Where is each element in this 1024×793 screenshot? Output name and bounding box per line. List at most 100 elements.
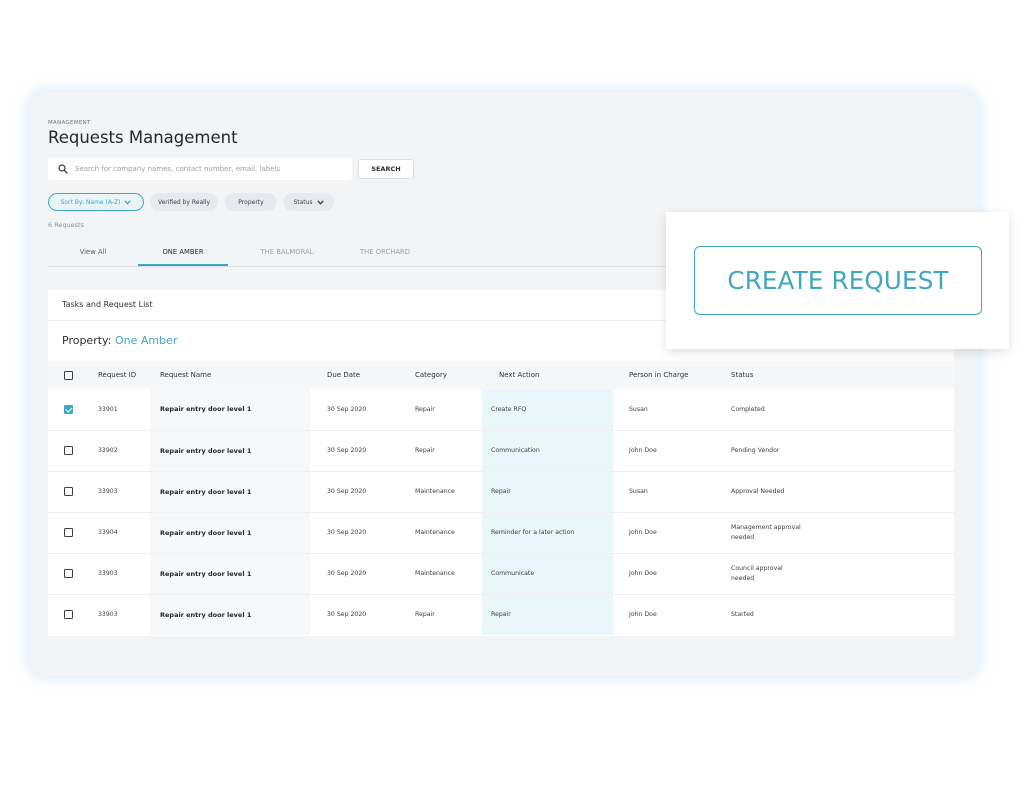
- property-label: Property:: [62, 334, 112, 347]
- due-date: 30 Sep 2020: [327, 529, 367, 536]
- row-select-cell: [48, 512, 88, 553]
- request-name[interactable]: Repair entry door level 1: [150, 430, 310, 471]
- row-select-cell: [48, 430, 88, 471]
- chevron-down-icon: [124, 199, 132, 205]
- tab-the-orchard[interactable]: THE ORCHARD: [340, 240, 430, 266]
- filter-chip-status[interactable]: Status: [283, 193, 334, 211]
- panel-title: Tasks and Request List: [62, 300, 153, 309]
- column-header[interactable]: Category: [398, 361, 482, 389]
- table-row[interactable]: 33902 Repair entry door level 1 30 Sep 2…: [48, 430, 954, 471]
- filter-chip-label: Property: [238, 198, 264, 206]
- select-all-checkbox[interactable]: [63, 370, 73, 380]
- filter-chip-label: Status: [293, 198, 313, 206]
- status-cell: Approval Needed: [715, 471, 954, 512]
- next-action[interactable]: Communication: [482, 430, 613, 471]
- person-in-charge: John Doe: [629, 447, 657, 454]
- sort-dropdown[interactable]: Sort By: Name (A-Z): [48, 193, 144, 211]
- person-in-charge: John Doe: [629, 611, 657, 619]
- column-header[interactable]: Status: [715, 361, 954, 389]
- filter-chip-verified[interactable]: Verified by Really: [150, 193, 218, 211]
- due-date: 30 Sep 2020: [327, 488, 367, 495]
- row-checkbox[interactable]: [63, 487, 73, 496]
- due-date: 30 Sep 2020: [327, 570, 367, 577]
- row-checkbox[interactable]: [63, 610, 73, 620]
- page-title: Requests Management: [48, 128, 238, 147]
- column-header[interactable]: Person in Charge: [613, 361, 715, 389]
- search-button[interactable]: SEARCH: [358, 159, 414, 179]
- chevron-down-icon: [316, 199, 324, 205]
- create-request-button[interactable]: CREATE REQUEST: [694, 246, 982, 315]
- due-date: 30 Sep 2020: [327, 405, 367, 413]
- table-row[interactable]: 33903 Repair entry door level 1 30 Sep 2…: [48, 471, 954, 512]
- person-in-charge: John Doe: [629, 570, 657, 577]
- due-date: 30 Sep 2020: [327, 447, 367, 454]
- search-box[interactable]: [48, 158, 352, 180]
- column-header[interactable]: Request ID: [88, 361, 150, 389]
- category: Maintenance: [415, 488, 455, 495]
- request-id: 33901: [98, 405, 118, 413]
- column-header[interactable]: Due Date: [310, 361, 398, 389]
- next-action[interactable]: Reminder for a later action: [482, 512, 613, 553]
- request-id: 33903: [98, 488, 118, 495]
- status-text: Pending Vendor: [731, 446, 780, 454]
- table-row[interactable]: 33903 Repair entry door level 1 30 Sep 2…: [48, 553, 954, 594]
- table-row[interactable]: 33901 Repair entry door level 1 30 Sep 2…: [48, 389, 954, 430]
- tab-view-all[interactable]: View All: [48, 240, 138, 266]
- category: Maintenance: [415, 570, 455, 577]
- tab-one-amber[interactable]: ONE AMBER: [138, 240, 228, 266]
- filter-chip-property[interactable]: Property: [225, 193, 277, 211]
- row-checkbox[interactable]: [63, 569, 73, 578]
- row-select-cell: [48, 389, 88, 430]
- table-row[interactable]: 33904 Repair entry door level 1 30 Sep 2…: [48, 512, 954, 553]
- request-name[interactable]: Repair entry door level 1: [150, 594, 310, 635]
- table-row[interactable]: 33903 Repair entry door level 1 30 Sep 2…: [48, 594, 954, 635]
- next-action[interactable]: Create RFQ: [482, 389, 613, 430]
- category: Repair: [415, 611, 435, 619]
- next-action[interactable]: Repair: [482, 594, 613, 635]
- status-cell: Completed: [715, 389, 954, 430]
- next-action[interactable]: Repair: [482, 471, 613, 512]
- due-date: 30 Sep 2020: [327, 611, 367, 619]
- row-checkbox[interactable]: [63, 404, 73, 414]
- status-text: Started: [731, 611, 754, 619]
- page-eyebrow: MANAGEMENT: [48, 120, 91, 126]
- request-name[interactable]: Repair entry door level 1: [150, 471, 310, 512]
- request-id: 33902: [98, 447, 118, 454]
- requests-table: Request ID Request Name Due Date Categor…: [48, 361, 954, 635]
- table-header-row: Request ID Request Name Due Date Categor…: [48, 361, 954, 389]
- category: Repair: [415, 405, 435, 413]
- request-name[interactable]: Repair entry door level 1: [150, 389, 310, 430]
- row-select-cell: [48, 553, 88, 594]
- category: Maintenance: [415, 529, 455, 536]
- column-header[interactable]: Request Name: [150, 361, 310, 389]
- property-heading: Property: One Amber: [62, 334, 177, 347]
- property-name: One Amber: [114, 334, 178, 347]
- category: Repair: [415, 447, 435, 454]
- request-count: 6 Requests: [48, 221, 84, 229]
- status-text: Completed: [731, 405, 765, 413]
- create-request-callout: CREATE REQUEST: [666, 212, 1009, 349]
- person-in-charge: John Doe: [629, 529, 657, 536]
- status-cell: Pending Vendor: [715, 430, 954, 471]
- filter-chip-label: Verified by Really: [157, 198, 211, 206]
- status-cell: Started: [715, 594, 954, 635]
- request-id: 33903: [98, 570, 118, 577]
- sort-dropdown-label: Sort By: Name (A-Z): [60, 198, 121, 206]
- next-action[interactable]: Communicate: [482, 553, 613, 594]
- status-text: Council approval needed: [731, 565, 783, 582]
- status-text: Management approval needed: [731, 524, 801, 541]
- column-header[interactable]: Next Action: [482, 361, 613, 389]
- row-checkbox[interactable]: [63, 446, 73, 455]
- request-name[interactable]: Repair entry door level 1: [150, 553, 310, 594]
- row-select-cell: [48, 471, 88, 512]
- row-checkbox[interactable]: [63, 528, 73, 537]
- search-input[interactable]: [75, 158, 345, 180]
- tab-the-balmoral[interactable]: THE BALMORAL: [238, 240, 336, 266]
- requests-card: MANAGEMENT Requests Management SEARCH So…: [30, 92, 978, 676]
- select-all-cell: [48, 361, 88, 389]
- request-id: 33903: [98, 611, 118, 619]
- row-select-cell: [48, 594, 88, 635]
- person-in-charge: Susan: [629, 488, 648, 495]
- request-name[interactable]: Repair entry door level 1: [150, 512, 310, 553]
- person-in-charge: Susan: [629, 405, 648, 413]
